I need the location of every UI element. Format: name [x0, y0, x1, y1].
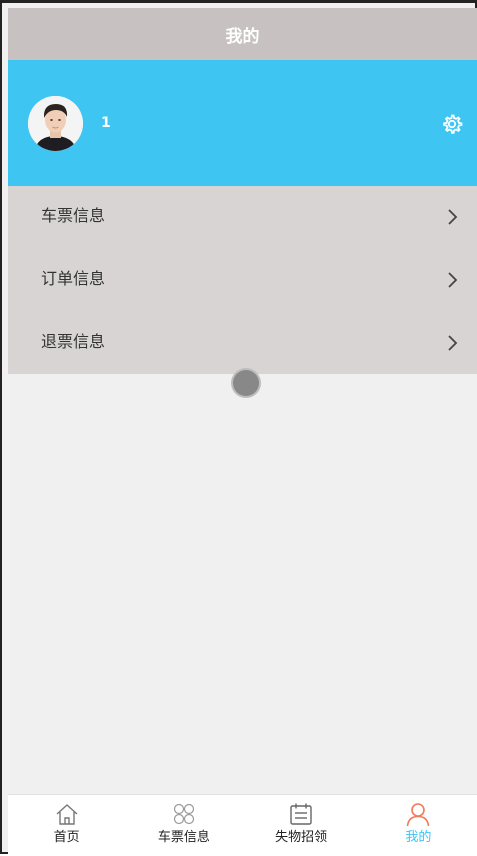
chevron-right-icon [448, 209, 458, 225]
chevron-right-icon [448, 272, 458, 288]
settings-button[interactable] [441, 113, 463, 135]
menu-item-label: 订单信息 [41, 269, 106, 288]
tab-home[interactable]: 首页 [8, 795, 125, 856]
tab-mine[interactable]: 我的 [360, 795, 477, 856]
app-screen: 我的 1 车票信息 订单信息 退票信息 首页 车票信息 失物招领 我的 [8, 8, 477, 856]
tab-label: 首页 [53, 830, 80, 845]
menu-item-ticket-info[interactable]: 车票信息 [8, 186, 477, 248]
profile-banner: 1 [8, 60, 477, 186]
tab-label: 失物招领 [275, 830, 328, 845]
menu-item-order-info[interactable]: 订单信息 [8, 249, 477, 311]
tab-ticket-info[interactable]: 车票信息 [125, 795, 242, 856]
user-icon [407, 803, 430, 827]
menu-item-refund-info[interactable]: 退票信息 [8, 312, 477, 374]
menu-item-label: 退票信息 [41, 332, 106, 351]
home-icon [56, 804, 78, 825]
menu-item-label: 车票信息 [41, 206, 106, 225]
calendar-icon [290, 803, 312, 825]
menu-list: 车票信息 订单信息 退票信息 [8, 186, 477, 374]
tab-lost-and-found[interactable]: 失物招领 [243, 795, 360, 856]
page-title: 我的 [225, 26, 260, 47]
chevron-right-icon [448, 335, 458, 351]
device-frame: 我的 1 车票信息 订单信息 退票信息 首页 车票信息 失物招领 我的 [0, 0, 477, 856]
grid-icon [173, 803, 194, 825]
username: 1 [101, 115, 111, 131]
page-header: 我的 [8, 8, 477, 60]
tab-label: 车票信息 [157, 830, 210, 845]
bottom-tab-bar: 首页 车票信息 失物招领 我的 [8, 794, 477, 856]
tab-label: 我的 [405, 830, 432, 845]
avatar-photo [28, 96, 83, 151]
avatar[interactable] [28, 96, 83, 151]
gear-icon [443, 114, 463, 134]
floating-assistive-button[interactable] [233, 370, 259, 396]
